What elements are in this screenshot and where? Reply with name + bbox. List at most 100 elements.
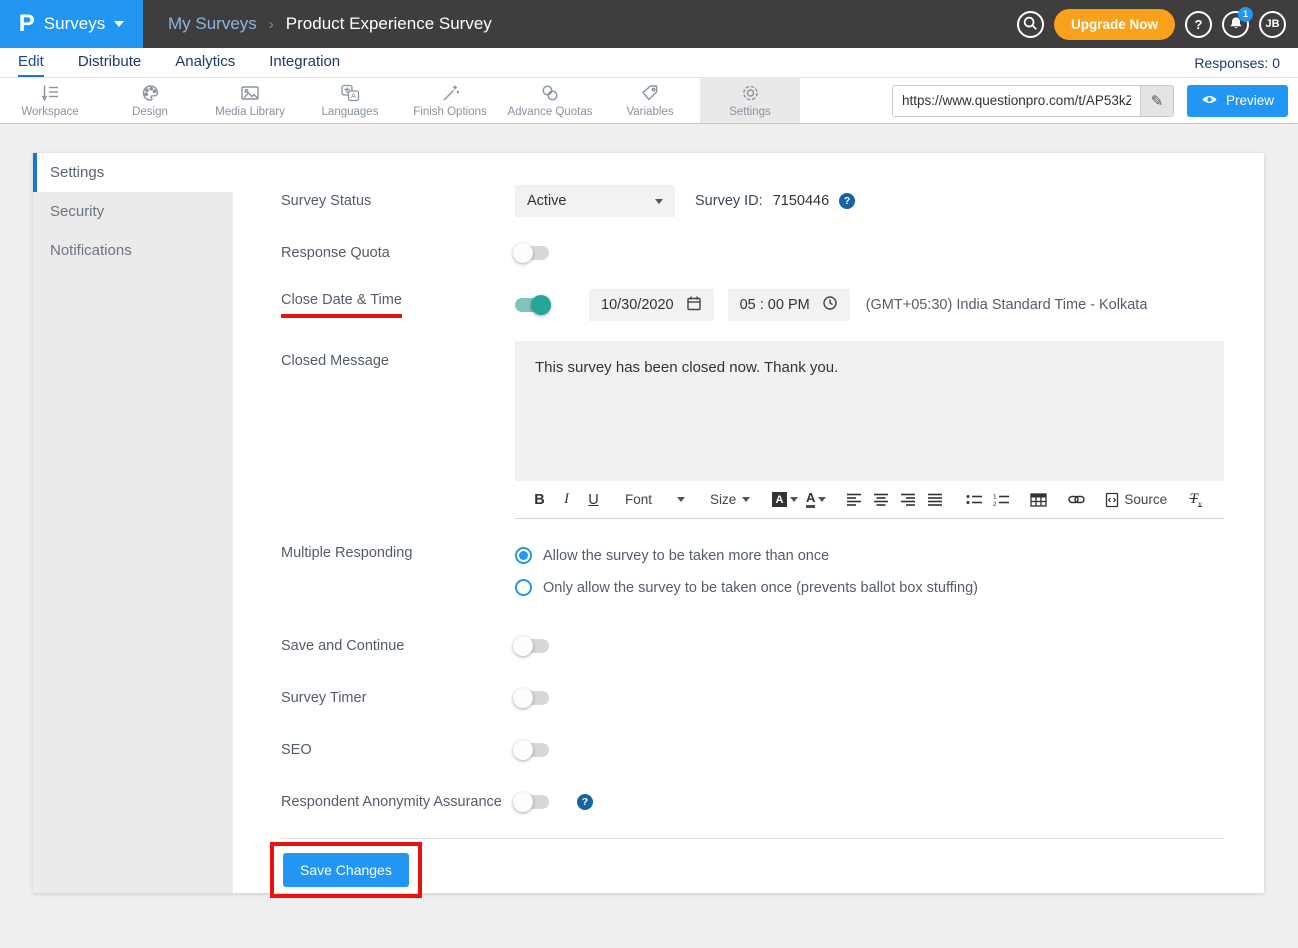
toolbar-label: Finish Options	[413, 106, 487, 118]
survey-timer-toggle[interactable]	[515, 691, 549, 705]
sidebar-item-security[interactable]: Security	[33, 192, 233, 231]
product-name: Surveys	[44, 14, 105, 34]
edit-url-button[interactable]: ✎	[1140, 86, 1173, 116]
insert-table-button[interactable]	[1026, 487, 1051, 513]
save-changes-button[interactable]: Save Changes	[283, 853, 409, 887]
closed-message-row: Closed Message This survey has been clos…	[281, 341, 1224, 519]
chevron-down-icon	[114, 21, 124, 27]
toolbar-item-languages[interactable]: A Languages	[300, 78, 400, 123]
save-and-continue-toggle[interactable]	[515, 639, 549, 653]
translate-icon: A	[339, 83, 361, 103]
survey-id-label: Survey ID:	[695, 193, 763, 209]
size-dropdown-label: Size	[710, 492, 736, 507]
text-color-icon: A	[806, 491, 815, 508]
toolbar-item-finish-options[interactable]: Finish Options	[400, 78, 500, 123]
underline-button[interactable]: U	[581, 487, 606, 513]
upgrade-now-button[interactable]: Upgrade Now	[1054, 9, 1175, 40]
gear-icon	[740, 83, 761, 103]
help-button[interactable]: ?	[1185, 11, 1212, 38]
closed-message-label: Closed Message	[281, 341, 515, 369]
settings-form: Survey Status Active Survey ID: 7150446 …	[233, 153, 1264, 893]
settings-card: Settings Security Notifications Survey S…	[33, 153, 1264, 893]
main-tab-bar: Edit Distribute Analytics Integration Re…	[0, 48, 1298, 78]
response-quota-toggle[interactable]	[515, 246, 549, 260]
close-date-row: Close Date & Time 10/30/2020 05 : 00 PM …	[281, 289, 1224, 321]
tab-edit[interactable]: Edit	[18, 48, 44, 77]
respondent-anonymity-label: Respondent Anonymity Assurance	[281, 794, 515, 810]
align-right-button[interactable]	[896, 487, 921, 513]
table-icon	[1030, 493, 1047, 507]
header-actions: Upgrade Now ? 1 JB	[1017, 9, 1298, 40]
workspace-list-icon	[39, 83, 61, 103]
tab-distribute[interactable]: Distribute	[78, 48, 141, 77]
calendar-icon	[686, 295, 702, 315]
search-button[interactable]	[1017, 11, 1044, 38]
toolbar-item-advance-quotas[interactable]: Advance Quotas	[500, 78, 600, 123]
toolbar-item-media-library[interactable]: Media Library	[200, 78, 300, 123]
text-color-button[interactable]: A	[803, 487, 829, 513]
insert-link-button[interactable]	[1064, 487, 1089, 513]
radio-option-only-once[interactable]: Only allow the survey to be taken once (…	[515, 579, 978, 596]
align-left-button[interactable]	[842, 487, 867, 513]
closed-message-editor: This survey has been closed now. Thank y…	[515, 341, 1224, 519]
respondent-anonymity-help-icon[interactable]: ?	[577, 794, 593, 810]
chevron-down-icon	[655, 199, 663, 204]
toolbar-item-settings[interactable]: Settings	[700, 78, 800, 123]
magic-wand-icon	[439, 83, 461, 103]
closed-message-textarea[interactable]: This survey has been closed now. Thank y…	[515, 341, 1224, 481]
chevron-down-icon	[677, 497, 685, 502]
product-switcher[interactable]: P Surveys	[0, 0, 143, 48]
close-time-value: 05 : 00 PM	[740, 297, 810, 313]
bullet-list-button[interactable]	[961, 487, 986, 513]
notifications-button[interactable]: 1	[1222, 11, 1249, 38]
toolbar-item-workspace[interactable]: Workspace	[0, 78, 100, 123]
palette-icon	[140, 83, 161, 103]
font-dropdown[interactable]: Font	[619, 487, 691, 513]
remove-format-icon: Tx	[1190, 491, 1202, 509]
source-button[interactable]: Source	[1102, 487, 1170, 513]
page-title: Product Experience Survey	[286, 14, 492, 34]
seo-toggle[interactable]	[515, 743, 549, 757]
survey-timer-label: Survey Timer	[281, 690, 515, 706]
font-dropdown-label: Font	[625, 492, 652, 507]
image-icon	[239, 83, 261, 103]
toolbar-item-design[interactable]: Design	[100, 78, 200, 123]
tab-integration[interactable]: Integration	[269, 48, 340, 77]
avatar[interactable]: JB	[1259, 11, 1286, 38]
survey-url-input[interactable]	[893, 86, 1140, 116]
svg-text:2: 2	[993, 501, 997, 506]
background-color-button[interactable]: A	[769, 487, 801, 513]
align-justify-icon	[928, 493, 943, 506]
respondent-anonymity-toggle[interactable]	[515, 795, 549, 809]
radio-selected-icon	[515, 547, 532, 564]
preview-button[interactable]: Preview	[1187, 85, 1288, 117]
close-date-input[interactable]: 10/30/2020	[589, 289, 714, 321]
tab-analytics[interactable]: Analytics	[175, 48, 235, 77]
link-icon	[1068, 494, 1085, 505]
sidebar-item-notifications[interactable]: Notifications	[33, 231, 233, 270]
survey-status-select[interactable]: Active	[515, 185, 675, 217]
breadcrumb: My Surveys › Product Experience Survey	[168, 14, 492, 34]
toolbar-item-variables[interactable]: Variables	[600, 78, 700, 123]
size-dropdown[interactable]: Size	[704, 487, 756, 513]
numbered-list-button[interactable]: 12	[988, 487, 1013, 513]
remove-format-button[interactable]: Tx	[1183, 487, 1208, 513]
align-justify-button[interactable]	[923, 487, 948, 513]
seo-label: SEO	[281, 742, 515, 758]
seo-row: SEO	[281, 734, 1224, 766]
close-date-toggle[interactable]	[515, 298, 549, 312]
close-time-input[interactable]: 05 : 00 PM	[728, 289, 850, 321]
notification-badge: 1	[1238, 7, 1253, 22]
sidebar-item-settings[interactable]: Settings	[33, 153, 233, 192]
radio-option-more-than-once[interactable]: Allow the survey to be taken more than o…	[515, 547, 978, 564]
align-center-button[interactable]	[869, 487, 894, 513]
close-date-value: 10/30/2020	[601, 297, 674, 313]
breadcrumb-my-surveys[interactable]: My Surveys	[168, 14, 257, 34]
toolbar-label: Design	[132, 106, 168, 118]
toolbar-label: Languages	[322, 106, 379, 118]
numbered-list-icon: 12	[993, 493, 1009, 506]
survey-id-help-icon[interactable]: ?	[839, 193, 855, 209]
bold-button[interactable]: B	[527, 487, 552, 513]
edit-toolbar: Workspace Design Media Library A Languag…	[0, 78, 1298, 124]
italic-button[interactable]: I	[554, 487, 579, 513]
